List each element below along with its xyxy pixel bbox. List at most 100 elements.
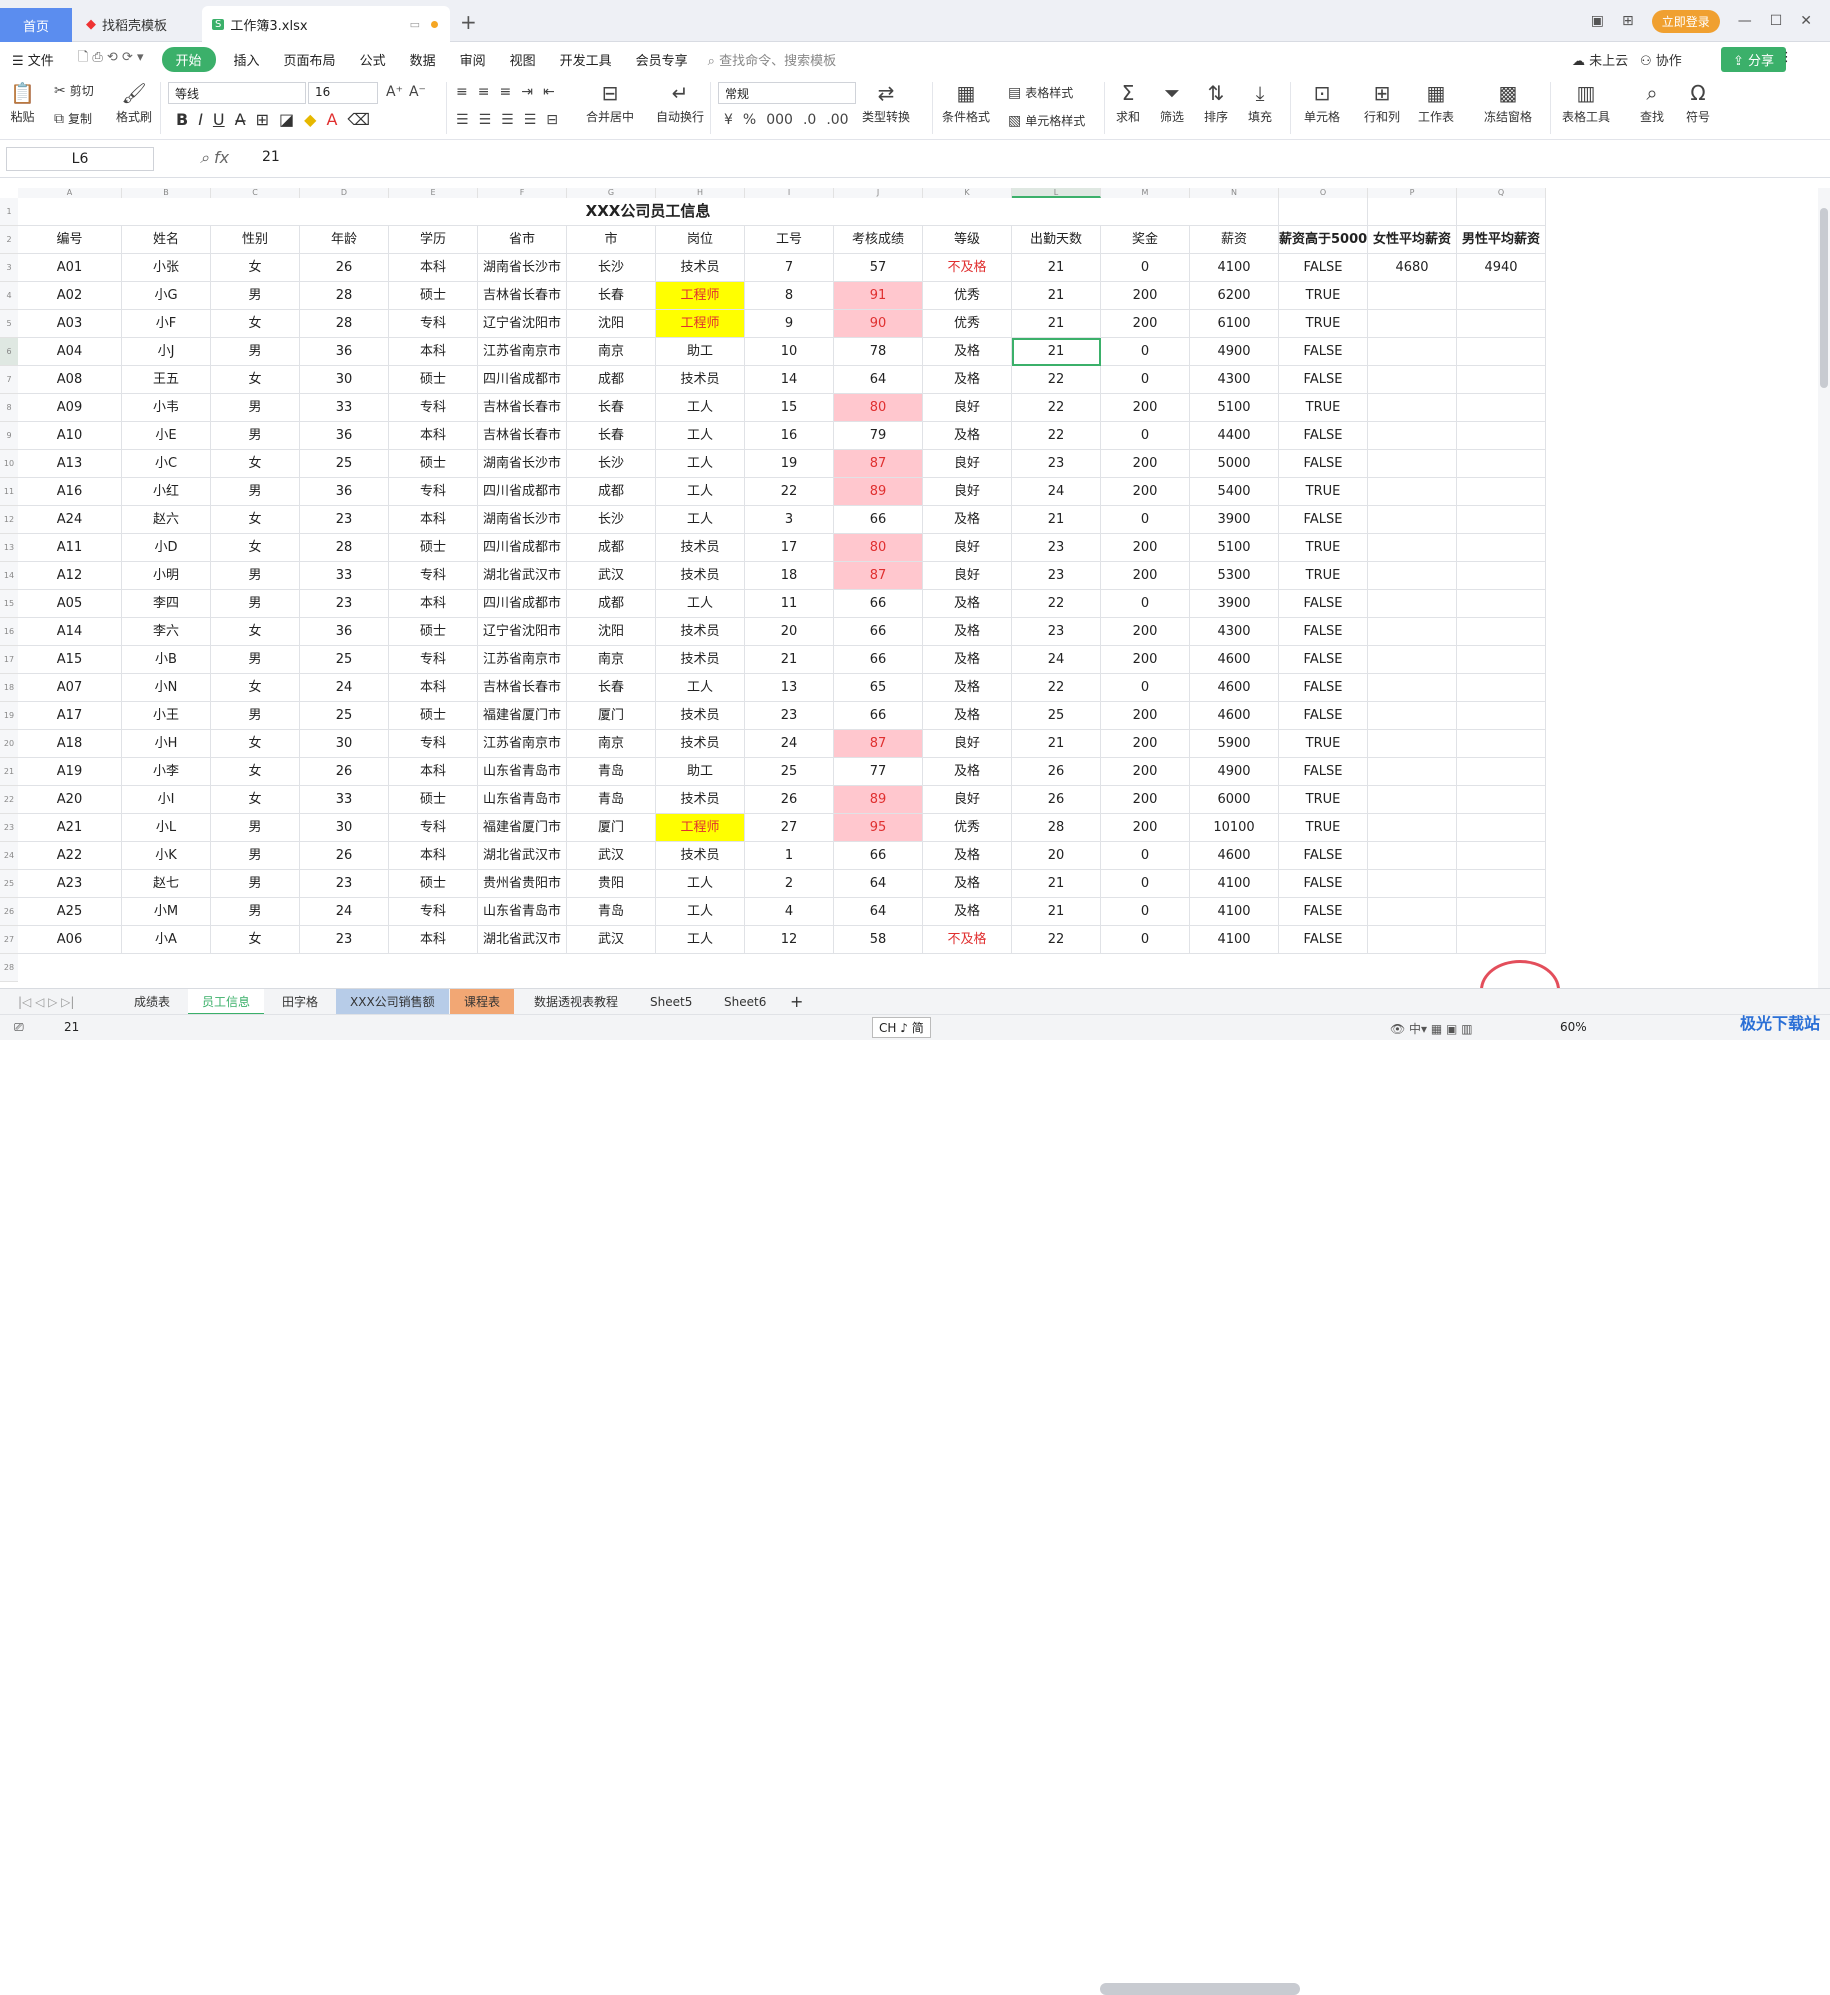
table-cell[interactable]: 26 <box>300 842 389 870</box>
row-header[interactable]: 20 <box>0 730 18 758</box>
sheet-tab-sheet5[interactable]: Sheet5 <box>636 989 706 1015</box>
table-cell[interactable]: 湖北省武汉市 <box>478 842 567 870</box>
cut-button[interactable]: ✂ 剪切 <box>54 82 94 99</box>
table-cell[interactable]: 长春 <box>567 422 656 450</box>
table-cell[interactable]: 小韦 <box>122 394 211 422</box>
table-cell[interactable]: TRUE <box>1279 282 1368 310</box>
table-cell[interactable]: 33 <box>300 562 389 590</box>
table-cell[interactable]: 不及格 <box>923 254 1012 282</box>
table-cell[interactable]: 5100 <box>1190 534 1279 562</box>
layout-icon[interactable]: ▣ <box>1591 13 1604 29</box>
table-cell[interactable]: 专科 <box>389 478 478 506</box>
table-cell[interactable] <box>1457 422 1546 450</box>
table-cell[interactable]: 男 <box>211 702 300 730</box>
maximize-icon[interactable]: ☐ <box>1770 13 1783 29</box>
column-title[interactable]: 编号 <box>18 226 122 254</box>
table-cell[interactable]: 专科 <box>389 898 478 926</box>
table-cell[interactable] <box>1368 674 1457 702</box>
table-cell[interactable] <box>1368 842 1457 870</box>
table-cell[interactable]: 22 <box>1012 590 1101 618</box>
table-cell[interactable]: 厦门 <box>567 702 656 730</box>
table-cell[interactable]: 7 <box>745 254 834 282</box>
strike-icon[interactable]: A̶ <box>235 110 246 129</box>
table-cell[interactable]: 80 <box>834 394 923 422</box>
table-cell[interactable]: 辽宁省沈阳市 <box>478 310 567 338</box>
row-header[interactable]: 11 <box>0 478 18 506</box>
table-cell[interactable]: 优秀 <box>923 282 1012 310</box>
table-cell[interactable]: A03 <box>18 310 122 338</box>
row-header[interactable]: 3 <box>0 254 18 282</box>
name-box[interactable]: L6 <box>6 147 154 171</box>
table-cell[interactable]: 福建省厦门市 <box>478 814 567 842</box>
table-cell[interactable]: 山东省青岛市 <box>478 786 567 814</box>
table-cell[interactable]: 专科 <box>389 310 478 338</box>
table-cell[interactable]: 4100 <box>1190 926 1279 954</box>
table-cell[interactable]: 男 <box>211 394 300 422</box>
column-header[interactable]: A <box>18 188 122 198</box>
table-cell[interactable] <box>1368 450 1457 478</box>
fill-button[interactable]: ⤓ 填充 <box>1248 82 1272 125</box>
table-cell[interactable]: 4600 <box>1190 646 1279 674</box>
menu-home[interactable]: 开始 <box>161 46 216 72</box>
table-cell[interactable]: 辽宁省沈阳市 <box>478 618 567 646</box>
type-convert-button[interactable]: ⇄ 类型转换 <box>862 82 910 125</box>
table-cell[interactable]: TRUE <box>1279 786 1368 814</box>
table-cell[interactable]: 23 <box>745 702 834 730</box>
paste-button[interactable]: 📋 粘贴 <box>10 82 35 125</box>
row-header[interactable]: 25 <box>0 870 18 898</box>
column-header[interactable]: Q <box>1457 188 1546 198</box>
table-cell[interactable]: 0 <box>1101 870 1190 898</box>
male-avg-cell[interactable]: 4940 <box>1457 254 1546 282</box>
italic-icon[interactable]: I <box>198 110 203 129</box>
thousands-icon[interactable]: 000 <box>766 112 793 128</box>
conditional-format-button[interactable]: ▦ 条件格式 <box>942 82 990 125</box>
currency-icon[interactable]: ¥ <box>724 112 733 128</box>
table-cell[interactable]: 及格 <box>923 842 1012 870</box>
sheet-tab-scores[interactable]: 成绩表 <box>120 989 184 1015</box>
table-cell[interactable]: 硕士 <box>389 870 478 898</box>
table-cell[interactable]: 江苏省南京市 <box>478 338 567 366</box>
table-cell[interactable]: A20 <box>18 786 122 814</box>
column-header[interactable]: M <box>1101 188 1190 198</box>
table-cell[interactable]: 25 <box>745 758 834 786</box>
table-cell[interactable]: A07 <box>18 674 122 702</box>
column-title[interactable]: 薪资高于5000 <box>1279 226 1368 254</box>
table-cell[interactable]: 本科 <box>389 338 478 366</box>
table-cell[interactable]: 26 <box>1012 758 1101 786</box>
freeze-button[interactable]: ▩ 冻结窗格 <box>1484 82 1532 125</box>
table-cell[interactable]: 女 <box>211 450 300 478</box>
table-cell[interactable]: 200 <box>1101 562 1190 590</box>
table-cell[interactable]: 89 <box>834 478 923 506</box>
table-cell[interactable]: 助工 <box>656 758 745 786</box>
table-cell[interactable]: 赵六 <box>122 506 211 534</box>
column-title[interactable]: 考核成绩 <box>834 226 923 254</box>
align-middle-icon[interactable]: ≡ <box>478 84 490 100</box>
new-tab-icon[interactable]: + <box>460 10 477 34</box>
table-cell[interactable]: 成都 <box>567 590 656 618</box>
table-cell[interactable]: 小H <box>122 730 211 758</box>
menu-developer[interactable]: 开发工具 <box>548 50 624 69</box>
table-cell[interactable]: 南京 <box>567 730 656 758</box>
table-cell[interactable]: FALSE <box>1279 870 1368 898</box>
table-cell[interactable] <box>1457 730 1546 758</box>
sheet-nav-icons[interactable]: |◁ ◁ ▷ ▷| <box>4 989 88 1015</box>
row-header[interactable]: 12 <box>0 506 18 534</box>
table-cell[interactable]: 小K <box>122 842 211 870</box>
table-cell[interactable]: 200 <box>1101 394 1190 422</box>
cloud-status[interactable]: ☁ 未上云 <box>1572 50 1628 69</box>
table-cell[interactable]: 8 <box>745 282 834 310</box>
table-cell[interactable]: 87 <box>834 562 923 590</box>
table-cell[interactable]: 57 <box>834 254 923 282</box>
row-header[interactable]: 6 <box>0 338 18 366</box>
table-cell[interactable]: A19 <box>18 758 122 786</box>
row-header[interactable]: 27 <box>0 926 18 954</box>
table-cell[interactable]: 湖北省武汉市 <box>478 562 567 590</box>
table-cell[interactable]: 女 <box>211 366 300 394</box>
table-cell[interactable]: 湖北省武汉市 <box>478 926 567 954</box>
table-cell[interactable]: 硕士 <box>389 366 478 394</box>
table-cell[interactable]: 25 <box>300 646 389 674</box>
copy-button[interactable]: ⧉ 复制 <box>54 110 92 127</box>
row-header[interactable]: 28 <box>0 954 18 982</box>
border-icon[interactable]: ⊞ <box>256 110 269 129</box>
table-cell[interactable]: 18 <box>745 562 834 590</box>
